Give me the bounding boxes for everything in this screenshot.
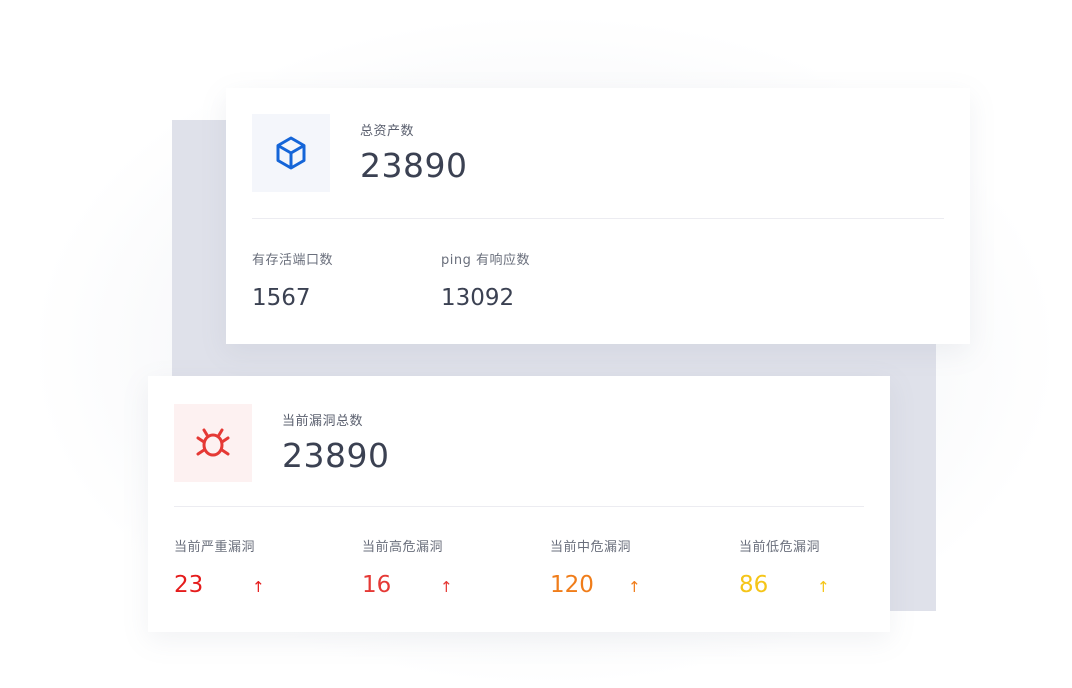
ping-response-value: 13092: [441, 285, 515, 311]
bug-icon-box: [174, 404, 252, 482]
critical-trend-up-icon: ↑: [252, 578, 265, 596]
alive-ports-value: 1567: [252, 285, 311, 311]
asset-icon-box: [252, 114, 330, 192]
vuln-divider: [174, 506, 864, 507]
vulnerability-summary-card: 当前漏洞总数 23890 当前严重漏洞 23 ↑ 当前高危漏洞 16 ↑ 当前中…: [148, 376, 890, 632]
asset-divider: [252, 218, 944, 219]
high-trend-up-icon: ↑: [440, 578, 453, 596]
alive-ports-label: 有存活端口数: [252, 253, 334, 268]
low-vuln-value: 86: [739, 572, 769, 598]
high-vuln-label: 当前高危漏洞: [362, 540, 444, 555]
asset-summary-card: 总资产数 23890 有存活端口数 1567 ping 有响应数 13092: [226, 88, 970, 344]
medium-vuln-value: 120: [550, 572, 594, 598]
asset-total-value: 23890: [360, 146, 468, 185]
high-vuln-value: 16: [362, 572, 392, 598]
ping-response-label: ping 有响应数: [441, 253, 530, 268]
critical-vuln-value: 23: [174, 572, 204, 598]
bug-icon: [196, 428, 230, 457]
critical-vuln-label: 当前严重漏洞: [174, 540, 256, 555]
low-vuln-label: 当前低危漏洞: [739, 540, 821, 555]
vuln-total-label: 当前漏洞总数: [282, 414, 364, 429]
low-trend-up-icon: ↑: [817, 578, 830, 596]
medium-vuln-label: 当前中危漏洞: [550, 540, 632, 555]
cube-icon: [276, 136, 306, 170]
asset-total-label: 总资产数: [360, 124, 415, 139]
vuln-total-value: 23890: [282, 436, 390, 475]
medium-trend-up-icon: ↑: [628, 578, 641, 596]
